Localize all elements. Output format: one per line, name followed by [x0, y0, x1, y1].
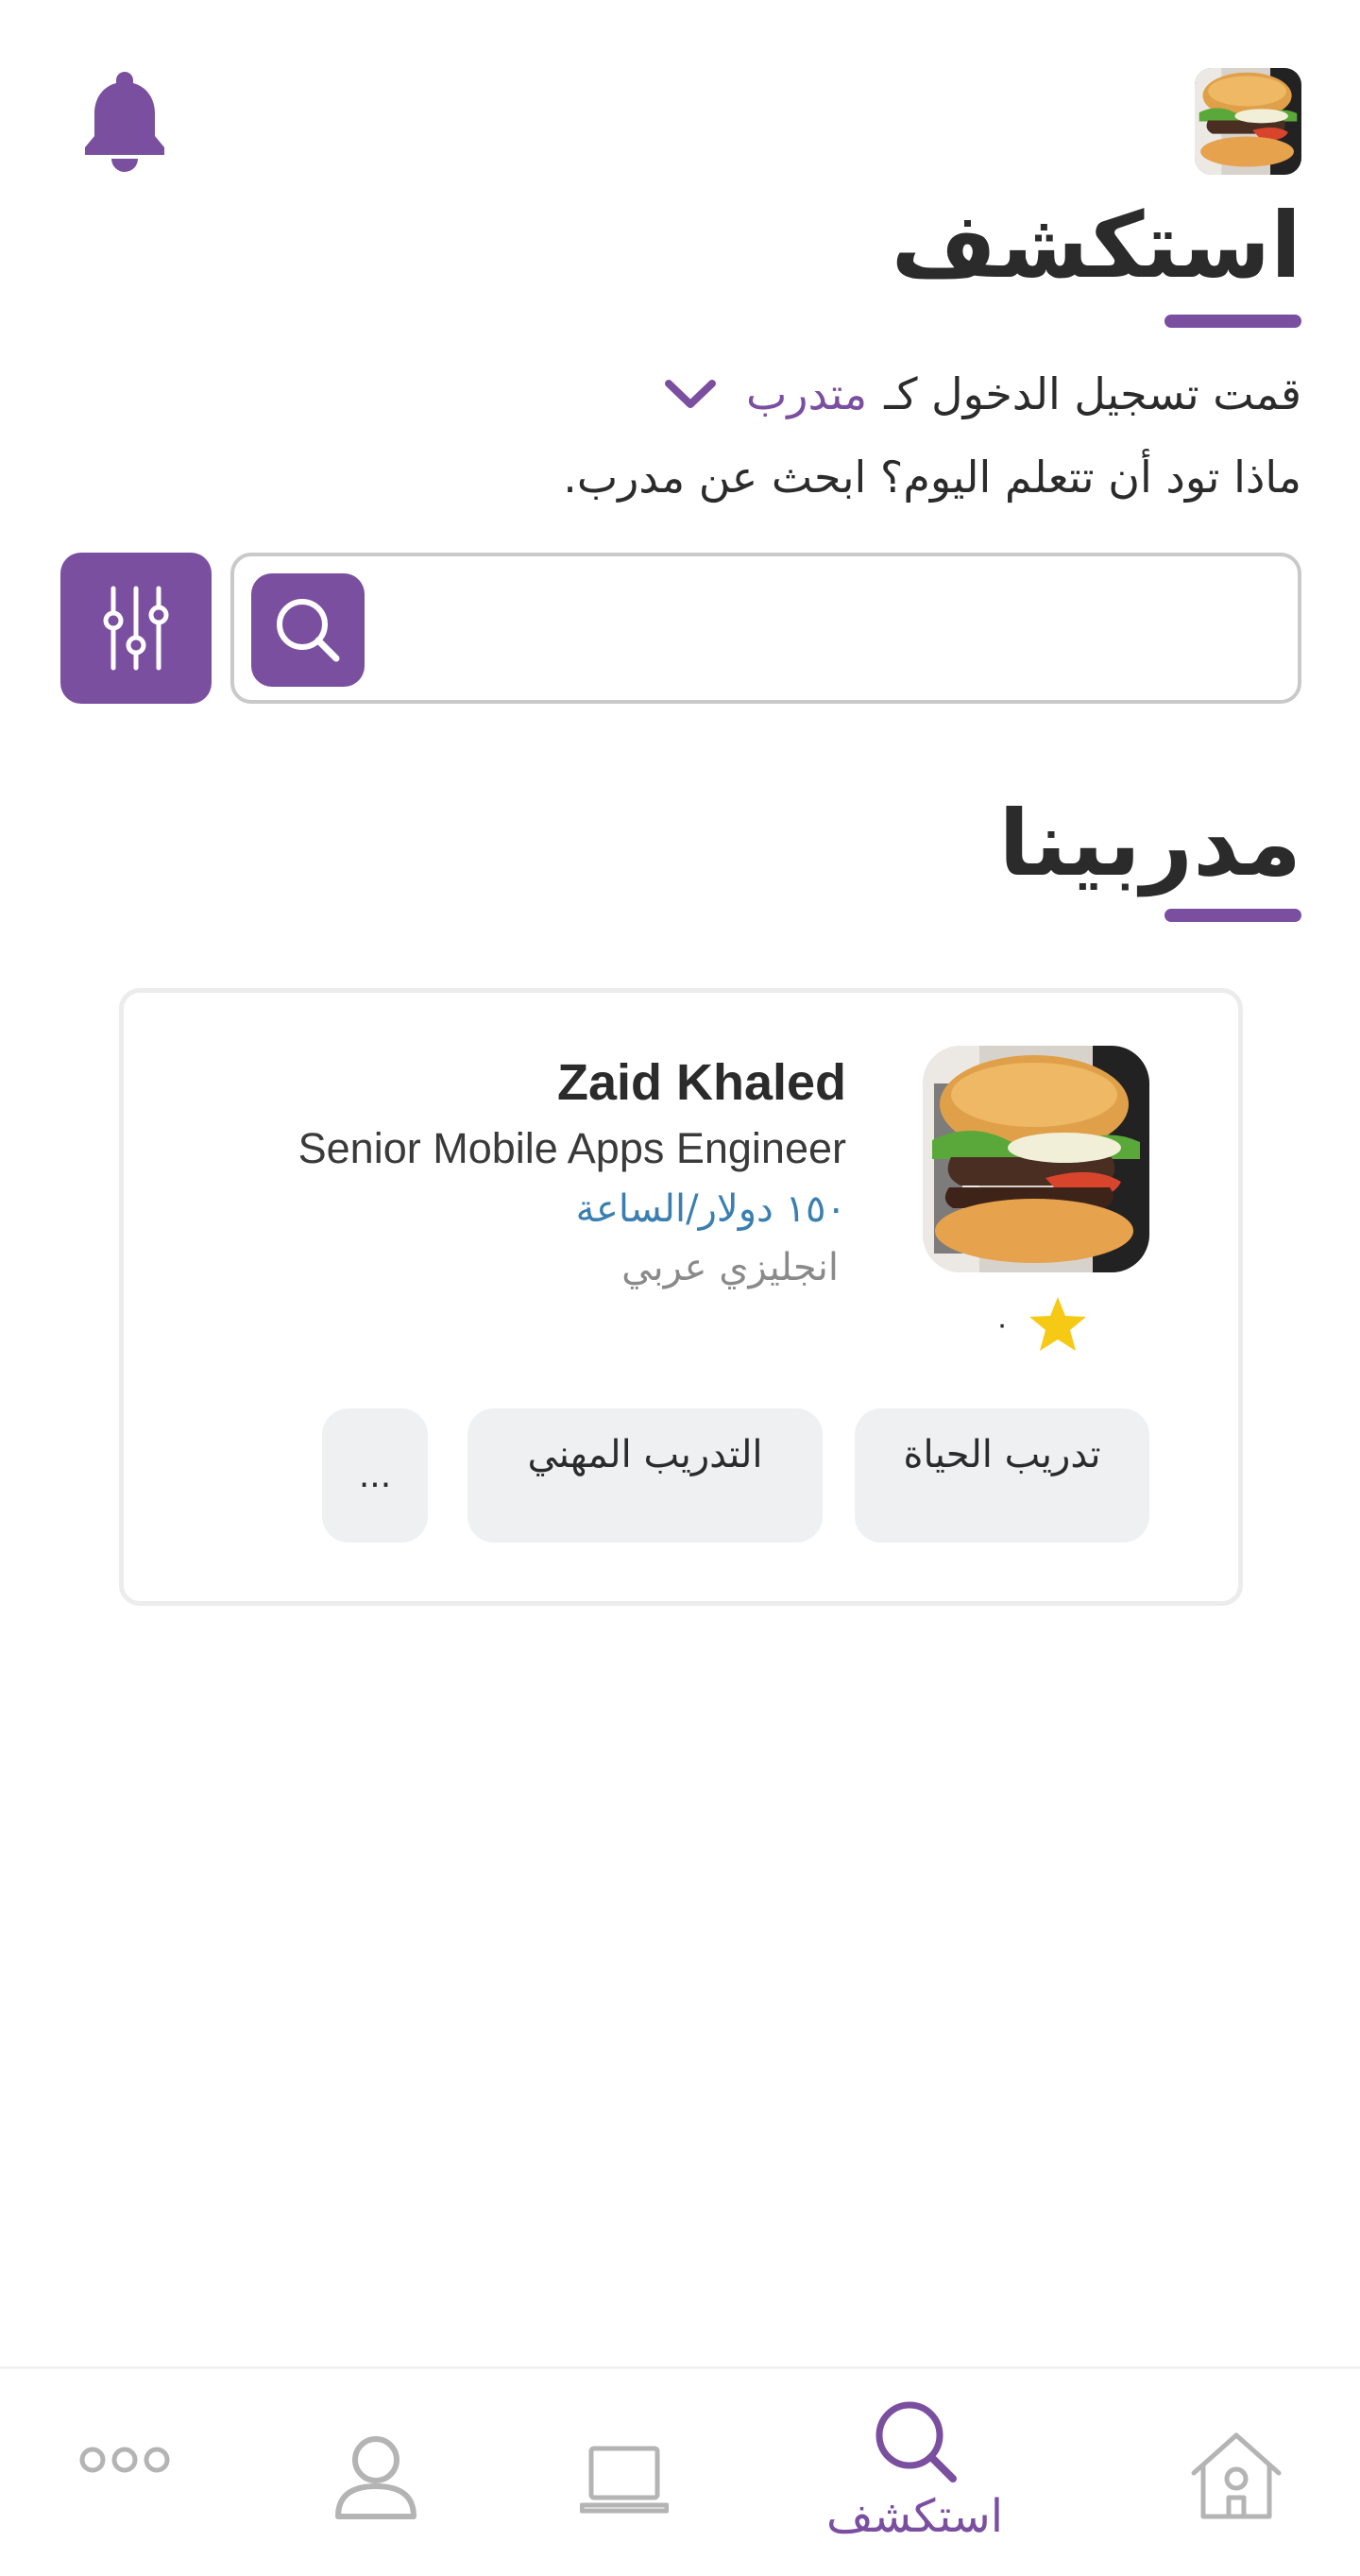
notifications-bell-icon[interactable]	[81, 68, 168, 172]
tag-life-coaching[interactable]: تدريب الحياة	[855, 1408, 1149, 1543]
trainer-job-title: Senior Mobile Apps Engineer	[298, 1124, 846, 1173]
filter-button[interactable]	[60, 553, 212, 704]
role-dropdown-value: متدرب	[746, 368, 868, 419]
bottom-navigation: استكشف	[0, 2366, 1360, 2576]
trainers-section-title: مدربينا	[998, 791, 1301, 896]
search-prompt: ماذا تود أن تتعلم اليوم؟ ابحث عن مدرب.	[563, 452, 1301, 503]
rating-value: ٠	[994, 1307, 1011, 1341]
search-icon	[876, 2401, 957, 2482]
laptop-icon	[580, 2446, 669, 2514]
user-icon	[335, 2436, 416, 2519]
role-dropdown[interactable]: متدرب	[663, 368, 867, 419]
trainer-rating: ٠	[994, 1295, 1089, 1354]
user-avatar[interactable]	[1195, 68, 1301, 175]
nav-home[interactable]	[1190, 2430, 1283, 2522]
trainer-card[interactable]: Zaid Khaled Senior Mobile Apps Engineer …	[119, 988, 1243, 1606]
search-input[interactable]	[376, 556, 1283, 700]
tag-more[interactable]: ...	[322, 1408, 428, 1543]
star-icon	[1029, 1297, 1087, 1351]
page-title: استكشف	[891, 193, 1301, 299]
search-box	[230, 553, 1301, 704]
trainer-name: Zaid Khaled	[556, 1054, 846, 1111]
search-button[interactable]	[251, 573, 365, 687]
nav-more[interactable]	[77, 2443, 172, 2477]
title-underline	[1164, 315, 1301, 328]
nav-profile[interactable]	[332, 2433, 419, 2520]
sliders-icon	[103, 586, 169, 671]
nav-explore-label: استكشف	[826, 2490, 1004, 2543]
nav-courses[interactable]	[580, 2445, 669, 2516]
chevron-down-icon	[665, 380, 716, 408]
trainer-hourly-rate: ١٥٠ دولار/الساعة	[575, 1186, 846, 1231]
trainer-info: Zaid Khaled Senior Mobile Apps Engineer …	[298, 1049, 846, 1292]
trainer-avatar	[923, 1046, 1149, 1272]
more-icon	[79, 2447, 170, 2473]
home-icon	[1191, 2432, 1282, 2519]
search-icon	[277, 599, 340, 662]
section-underline	[1164, 909, 1301, 922]
nav-explore[interactable]: استكشف	[826, 2397, 1003, 2543]
tag-career-coaching[interactable]: التدريب المهني	[468, 1408, 823, 1543]
trainer-languages: انجليزي عربي	[621, 1245, 839, 1289]
login-as-label: قمت تسجيل الدخول كـ	[884, 368, 1301, 419]
login-role-row: قمت تسجيل الدخول كـ متدرب	[663, 368, 1301, 419]
